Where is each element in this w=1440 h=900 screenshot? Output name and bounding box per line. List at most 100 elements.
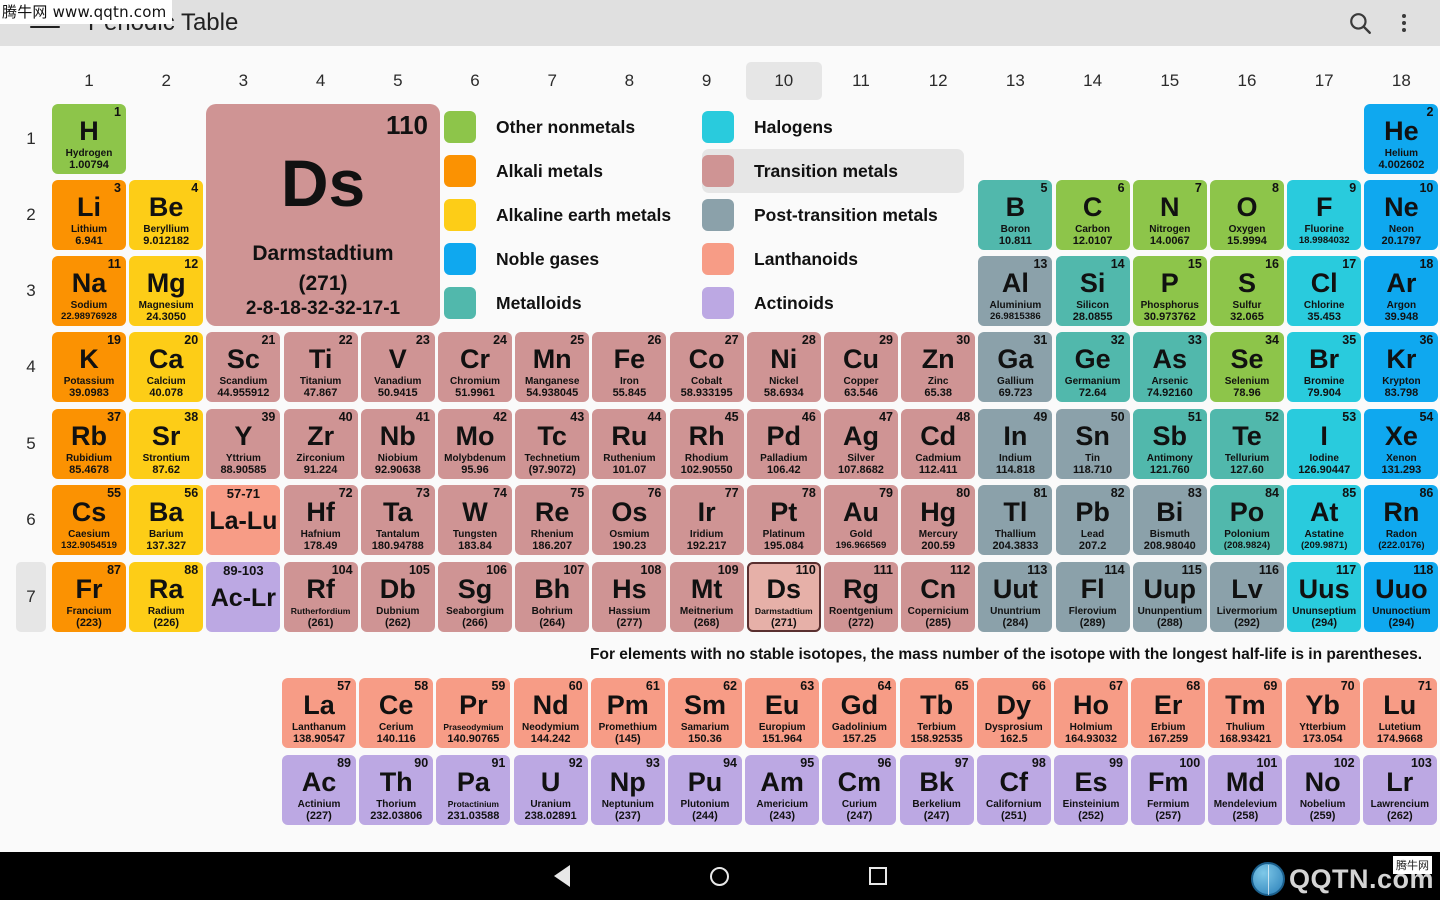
more-vert-icon[interactable] [1382, 1, 1426, 45]
legend-item-lanthanoids[interactable]: Lanthanoids [702, 237, 964, 281]
element-cell-Tl[interactable]: 81TlThallium204.3833 [978, 485, 1052, 555]
element-cell-Es[interactable]: 99EsEinsteinium(252) [1054, 755, 1128, 825]
element-cell-I[interactable]: 53IIodine126.90447 [1287, 409, 1361, 479]
element-cell-Dy[interactable]: 66DyDysprosium162.5 [977, 678, 1051, 748]
group-label-8[interactable]: 8 [591, 62, 667, 100]
group-label-13[interactable]: 13 [977, 62, 1053, 100]
element-cell-W[interactable]: 74WTungsten183.84 [438, 485, 512, 555]
group-label-16[interactable]: 16 [1209, 62, 1285, 100]
element-cell-Nd[interactable]: 60NdNeodymium144.242 [514, 678, 588, 748]
element-cell-Ru[interactable]: 44RuRuthenium101.07 [592, 409, 666, 479]
element-cell-Na[interactable]: 11NaSodium22.98976928 [52, 256, 126, 326]
element-cell-Y[interactable]: 39YYttrium88.90585 [206, 409, 280, 479]
element-cell-No[interactable]: 102NoNobelium(259) [1286, 755, 1360, 825]
element-cell-H[interactable]: 1HHydrogen1.00794 [52, 104, 126, 174]
element-cell-Db[interactable]: 105DbDubnium(262) [361, 562, 435, 632]
element-cell-Ba[interactable]: 56BaBarium137.327 [129, 485, 203, 555]
element-cell-Uup[interactable]: 115UupUnunpentium(288) [1133, 562, 1207, 632]
element-cell-Sc[interactable]: 21ScScandium44.955912 [206, 332, 280, 402]
element-cell-In[interactable]: 49InIndium114.818 [978, 409, 1052, 479]
element-cell-Hg[interactable]: 80HgMercury200.59 [901, 485, 975, 555]
element-cell-P[interactable]: 15PPhosphorus30.973762 [1133, 256, 1207, 326]
group-label-5[interactable]: 5 [360, 62, 436, 100]
element-cell-Fe[interactable]: 26FeIron55.845 [592, 332, 666, 402]
group-label-2[interactable]: 2 [128, 62, 204, 100]
element-cell-Mg[interactable]: 12MgMagnesium24.3050 [129, 256, 203, 326]
period-label-4[interactable]: 4 [16, 332, 46, 402]
element-cell-Md[interactable]: 101MdMendelevium(258) [1208, 755, 1282, 825]
legend-item-alkaline-earth-metals[interactable]: Alkaline earth metals [444, 193, 694, 237]
group-label-17[interactable]: 17 [1286, 62, 1362, 100]
legend-item-actinoids[interactable]: Actinoids [702, 281, 964, 325]
group-label-12[interactable]: 12 [900, 62, 976, 100]
group-label-10[interactable]: 10 [746, 62, 822, 100]
element-cell-Rh[interactable]: 45RhRhodium102.90550 [670, 409, 744, 479]
element-cell-Sr[interactable]: 38SrStrontium87.62 [129, 409, 203, 479]
element-cell-Lu[interactable]: 71LuLutetium174.9668 [1363, 678, 1437, 748]
element-cell-La-Lu[interactable]: 57-71La-Lu [206, 485, 280, 555]
element-cell-Lr[interactable]: 103LrLawrencium(262) [1363, 755, 1437, 825]
element-cell-Ac-Lr[interactable]: 89-103Ac-Lr [206, 562, 280, 632]
element-cell-Bi[interactable]: 83BiBismuth208.98040 [1133, 485, 1207, 555]
group-label-14[interactable]: 14 [1055, 62, 1131, 100]
period-label-7[interactable]: 7 [16, 562, 46, 632]
element-cell-Tc[interactable]: 43TcTechnetium(97.9072) [515, 409, 589, 479]
element-cell-Cr[interactable]: 24CrChromium51.9961 [438, 332, 512, 402]
legend-item-transition-metals[interactable]: Transition metals [702, 149, 964, 193]
element-cell-Be[interactable]: 4BeBeryllium9.012182 [129, 180, 203, 250]
period-label-2[interactable]: 2 [16, 180, 46, 250]
element-cell-Gd[interactable]: 64GdGadolinium157.25 [822, 678, 896, 748]
element-cell-Sm[interactable]: 62SmSamarium150.36 [668, 678, 742, 748]
element-cell-Sb[interactable]: 51SbAntimony121.760 [1133, 409, 1207, 479]
element-cell-Ce[interactable]: 58CeCerium140.116 [359, 678, 433, 748]
element-cell-Fm[interactable]: 100FmFermium(257) [1131, 755, 1205, 825]
element-cell-Te[interactable]: 52TeTellurium127.60 [1210, 409, 1284, 479]
element-cell-Hs[interactable]: 108HsHassium(277) [592, 562, 666, 632]
back-triangle-icon[interactable] [554, 865, 570, 887]
element-cell-Pd[interactable]: 46PdPalladium106.42 [747, 409, 821, 479]
group-label-18[interactable]: 18 [1363, 62, 1439, 100]
element-cell-Al[interactable]: 13AlAluminium26.9815386 [978, 256, 1052, 326]
element-cell-Ra[interactable]: 88RaRadium(226) [129, 562, 203, 632]
element-cell-Uus[interactable]: 117UusUnunseptium(294) [1287, 562, 1361, 632]
group-label-3[interactable]: 3 [205, 62, 281, 100]
element-cell-Cf[interactable]: 98CfCalifornium(251) [977, 755, 1051, 825]
element-cell-Fl[interactable]: 114FlFlerovium(289) [1056, 562, 1130, 632]
element-cell-Fr[interactable]: 87FrFrancium(223) [52, 562, 126, 632]
recents-square-icon[interactable] [869, 867, 887, 885]
element-cell-Ge[interactable]: 32GeGermanium72.64 [1056, 332, 1130, 402]
element-cell-Ac[interactable]: 89AcActinium(227) [282, 755, 356, 825]
element-cell-As[interactable]: 33AsArsenic74.92160 [1133, 332, 1207, 402]
element-cell-Co[interactable]: 27CoCobalt58.933195 [670, 332, 744, 402]
element-cell-Po[interactable]: 84PoPolonium(208.9824) [1210, 485, 1284, 555]
element-cell-Cu[interactable]: 29CuCopper63.546 [824, 332, 898, 402]
element-cell-Sg[interactable]: 106SgSeaborgium(266) [438, 562, 512, 632]
group-label-6[interactable]: 6 [437, 62, 513, 100]
element-cell-Ds[interactable]: 110DsDarmstadtium(271) [747, 562, 821, 632]
element-cell-Sn[interactable]: 50SnTin118.710 [1056, 409, 1130, 479]
element-cell-O[interactable]: 8OOxygen15.9994 [1210, 180, 1284, 250]
legend-item-alkali-metals[interactable]: Alkali metals [444, 149, 694, 193]
element-cell-Ni[interactable]: 28NiNickel58.6934 [747, 332, 821, 402]
element-cell-Th[interactable]: 90ThThorium232.03806 [359, 755, 433, 825]
element-cell-Br[interactable]: 35BrBromine79.904 [1287, 332, 1361, 402]
element-cell-Uuo[interactable]: 118UuoUnunoctium(294) [1364, 562, 1438, 632]
element-cell-U[interactable]: 92UUranium238.02891 [514, 755, 588, 825]
element-cell-Au[interactable]: 79AuGold196.966569 [824, 485, 898, 555]
element-cell-Hf[interactable]: 72HfHafnium178.49 [284, 485, 358, 555]
element-cell-Pr[interactable]: 59PrPraseodymium140.90765 [436, 678, 510, 748]
period-label-3[interactable]: 3 [16, 256, 46, 326]
element-cell-Tm[interactable]: 69TmThulium168.93421 [1208, 678, 1282, 748]
element-cell-He[interactable]: 2HeHelium4.002602 [1364, 104, 1438, 174]
element-cell-Cn[interactable]: 112CnCopernicium(285) [901, 562, 975, 632]
element-cell-Mn[interactable]: 25MnManganese54.938045 [515, 332, 589, 402]
element-cell-Rn[interactable]: 86RnRadon(222.0176) [1364, 485, 1438, 555]
element-cell-Ta[interactable]: 73TaTantalum180.94788 [361, 485, 435, 555]
group-label-4[interactable]: 4 [283, 62, 359, 100]
group-label-15[interactable]: 15 [1132, 62, 1208, 100]
element-cell-Re[interactable]: 75ReRhenium186.207 [515, 485, 589, 555]
element-cell-Ar[interactable]: 18ArArgon39.948 [1364, 256, 1438, 326]
element-cell-Pa[interactable]: 91PaProtactinium231.03588 [436, 755, 510, 825]
element-cell-Ti[interactable]: 22TiTitanium47.867 [284, 332, 358, 402]
element-cell-Pm[interactable]: 61PmPromethium(145) [591, 678, 665, 748]
